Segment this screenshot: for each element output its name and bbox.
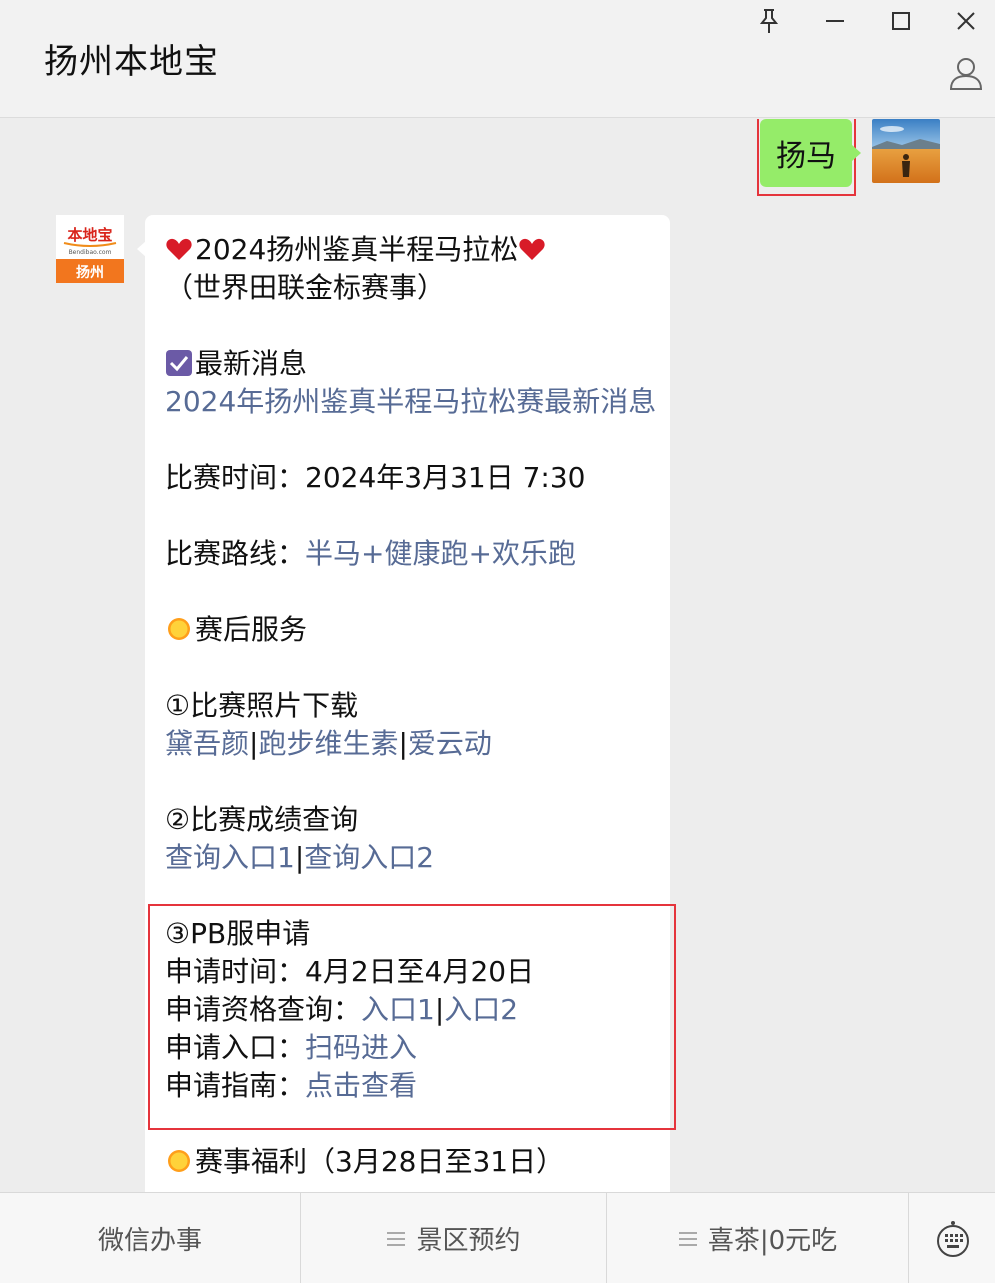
pb-time-value: 4月2日至4月20日 bbox=[305, 955, 535, 988]
pb-entry-label: 申请入口： bbox=[165, 1031, 306, 1064]
menu-item-label: 喜茶|0元吃 bbox=[707, 1226, 838, 1256]
person-icon bbox=[949, 58, 983, 90]
user-message-bubble[interactable]: 扬马 bbox=[760, 119, 852, 187]
pin-icon bbox=[759, 9, 779, 33]
route-line: 比赛路线：半马+健康跑+欢乐跑 bbox=[165, 537, 576, 570]
sun-icon bbox=[168, 1150, 190, 1172]
photo-link-paobu[interactable]: 跑步维生素 bbox=[258, 727, 398, 760]
sun-icon bbox=[168, 618, 190, 640]
result-link-2[interactable]: 查询入口2 bbox=[304, 841, 434, 874]
result-link-1[interactable]: 查询入口1 bbox=[165, 841, 295, 874]
heart-icon bbox=[166, 238, 192, 260]
title-bar: 扬州本地宝 bbox=[0, 0, 995, 118]
svg-text:本地宝: 本地宝 bbox=[67, 226, 112, 244]
bot-message-bubble: 2024扬州鉴真半程马拉松 （世界田联金标赛事） 最新消息 2024年扬州鉴真半… bbox=[145, 215, 670, 1192]
subheadline-text: （世界田联金标赛事） bbox=[165, 271, 446, 304]
maximize-icon bbox=[892, 12, 910, 30]
photo-links-line: 黛吾颜|跑步维生素|爱云动 bbox=[165, 727, 492, 760]
pb-label: ③PB服申请 bbox=[165, 917, 311, 950]
keyboard-toggle-button[interactable] bbox=[910, 1193, 995, 1283]
result-label: ②比赛成绩查询 bbox=[165, 803, 359, 836]
pb-qual-link-2[interactable]: 入口2 bbox=[444, 993, 518, 1026]
menu-list-icon bbox=[387, 1231, 406, 1246]
result-links-line: 查询入口1|查询入口2 bbox=[165, 841, 435, 874]
route-link-half[interactable]: 半马 bbox=[305, 537, 361, 570]
svg-text:扬州: 扬州 bbox=[76, 264, 104, 281]
news-link[interactable]: 2024年扬州鉴真半程马拉松赛最新消息 bbox=[165, 383, 670, 421]
service-label: 赛后服务 bbox=[195, 613, 308, 646]
close-icon bbox=[957, 12, 975, 30]
route-link-health[interactable]: 健康跑 bbox=[385, 537, 469, 570]
chat-area[interactable]: 扬马 本地宝 Bendibao.com 扬州 2024扬州鉴真半程马拉松 （世界… bbox=[0, 119, 995, 1192]
race-time-line: 比赛时间：2024年3月31日 7:30 bbox=[165, 459, 670, 497]
close-button[interactable] bbox=[946, 4, 986, 38]
pin-button[interactable] bbox=[749, 4, 789, 38]
bottom-menu: 微信办事 景区预约 喜茶|0元吃 bbox=[0, 1192, 995, 1283]
service-line: 赛后服务 bbox=[165, 611, 670, 649]
route-link-fun[interactable]: 欢乐跑 bbox=[492, 537, 576, 570]
menu-item-scenic-booking[interactable]: 景区预约 bbox=[301, 1193, 607, 1283]
pb-qual-link-1[interactable]: 入口1 bbox=[361, 993, 435, 1026]
photo-label: ①比赛照片下载 bbox=[165, 689, 359, 722]
profile-button[interactable] bbox=[946, 52, 986, 94]
minimize-icon bbox=[826, 20, 844, 22]
minimize-button[interactable] bbox=[815, 4, 855, 38]
menu-item-heytea[interactable]: 喜茶|0元吃 bbox=[607, 1193, 909, 1283]
user-message-text: 扬马 bbox=[776, 139, 836, 174]
welfare-line: 赛事福利（3月28日至31日） bbox=[165, 1143, 670, 1181]
menu-list-icon bbox=[678, 1231, 697, 1246]
pb-entry-link[interactable]: 扫码进入 bbox=[305, 1031, 417, 1064]
chat-title: 扬州本地宝 bbox=[44, 42, 219, 82]
user-avatar[interactable] bbox=[872, 119, 940, 183]
race-time-label: 比赛时间： bbox=[165, 461, 306, 494]
news-line: 最新消息 bbox=[165, 345, 670, 383]
keyboard-icon bbox=[936, 1220, 969, 1257]
headline-text: 2024扬州鉴真半程马拉松 bbox=[195, 233, 519, 266]
route-label: 比赛路线： bbox=[165, 537, 306, 570]
pb-qual-line: 申请资格查询：入口1|入口2 bbox=[165, 993, 519, 1026]
photo-link-daiwuyan[interactable]: 黛吾颜 bbox=[165, 727, 249, 760]
svg-text:Bendibao.com: Bendibao.com bbox=[69, 249, 112, 256]
news-label: 最新消息 bbox=[195, 347, 308, 380]
user-bubble-tail bbox=[852, 145, 861, 161]
pb-time-label: 申请时间： bbox=[165, 955, 306, 988]
pb-entry-line: 申请入口：扫码进入 bbox=[165, 1029, 670, 1067]
headline-line: 2024扬州鉴真半程马拉松 bbox=[165, 231, 670, 269]
menu-item-label: 微信办事 bbox=[97, 1226, 202, 1256]
pb-guide-link[interactable]: 点击查看 bbox=[305, 1069, 417, 1102]
bot-avatar[interactable]: 本地宝 Bendibao.com 扬州 bbox=[56, 215, 124, 283]
pb-guide-line: 申请指南：点击查看 bbox=[165, 1067, 670, 1105]
maximize-button[interactable] bbox=[881, 4, 921, 38]
bendibao-logo-icon: 本地宝 Bendibao.com 扬州 bbox=[56, 215, 124, 283]
photo-link-aiyundong[interactable]: 爱云动 bbox=[408, 727, 492, 760]
checkbox-checked-icon bbox=[166, 350, 192, 376]
menu-item-label: 景区预约 bbox=[416, 1226, 521, 1256]
pb-guide-label: 申请指南： bbox=[165, 1069, 306, 1102]
menu-item-wechat-service[interactable]: 微信办事 bbox=[0, 1193, 301, 1283]
pb-qual-label: 申请资格查询： bbox=[165, 993, 362, 1026]
race-time-value: 2024年3月31日 7:30 bbox=[305, 461, 586, 494]
heart-icon bbox=[519, 238, 545, 260]
landscape-photo-icon bbox=[872, 119, 940, 183]
pb-time-line: 申请时间：4月2日至4月20日 bbox=[165, 953, 670, 991]
welfare-label: 赛事福利（3月28日至31日） bbox=[195, 1145, 565, 1178]
